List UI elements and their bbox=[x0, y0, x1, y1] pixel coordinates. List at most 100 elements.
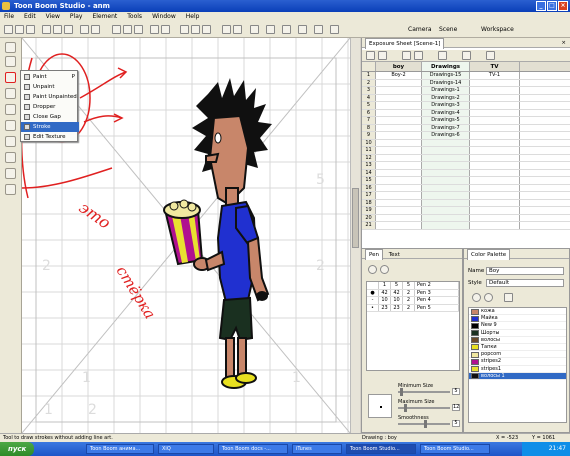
cell-boy[interactable] bbox=[376, 222, 422, 229]
sheet-row[interactable]: 12 bbox=[362, 154, 570, 162]
paint-tool-icon[interactable] bbox=[5, 72, 16, 83]
cell-boy[interactable] bbox=[376, 109, 422, 116]
slider-knob[interactable] bbox=[404, 404, 407, 412]
cell-frame[interactable]: 16 bbox=[362, 184, 376, 191]
hand-tool-icon[interactable] bbox=[5, 184, 16, 195]
menu-item-close-gap[interactable]: Close Gap bbox=[21, 112, 79, 122]
cell-drawings[interactable] bbox=[422, 214, 470, 221]
undo-icon[interactable] bbox=[80, 25, 89, 34]
cell-frame[interactable]: 4 bbox=[362, 94, 376, 101]
cell-drawings[interactable] bbox=[422, 169, 470, 176]
smoothness-slider[interactable] bbox=[398, 420, 450, 428]
menu-item-stroke[interactable]: Stroke bbox=[21, 122, 79, 132]
add-pen-icon[interactable] bbox=[368, 265, 377, 274]
sheet-row[interactable]: 20 bbox=[362, 214, 570, 222]
sheet-row[interactable]: 21 bbox=[362, 222, 570, 230]
add-element-icon[interactable] bbox=[366, 51, 375, 60]
pen-row[interactable]: -10 10 2 Pen 4 bbox=[367, 297, 459, 305]
cell-boy[interactable] bbox=[376, 162, 422, 169]
cell-tv[interactable] bbox=[470, 117, 520, 124]
menu-file[interactable]: File bbox=[4, 12, 14, 22]
cell-tv[interactable] bbox=[470, 109, 520, 116]
cell-tv[interactable] bbox=[470, 169, 520, 176]
cell-tv[interactable] bbox=[470, 147, 520, 154]
last-frame-icon[interactable] bbox=[134, 25, 143, 34]
close-icon[interactable]: × bbox=[558, 1, 568, 11]
cell-frame[interactable]: 13 bbox=[362, 162, 376, 169]
max-size-value[interactable]: 12 bbox=[452, 404, 460, 411]
sheet-row[interactable]: 11 bbox=[362, 147, 570, 155]
sound-icon[interactable] bbox=[161, 25, 170, 34]
play-icon[interactable] bbox=[123, 25, 132, 34]
cell-drawings[interactable]: Drawings-15 bbox=[422, 72, 470, 79]
cell-boy[interactable] bbox=[376, 177, 422, 184]
cell-tv[interactable] bbox=[470, 124, 520, 131]
pen-row[interactable]: ● 42 42 2 Pen 3 bbox=[367, 289, 459, 297]
cell-boy[interactable] bbox=[376, 192, 422, 199]
sheet-row[interactable]: 18 bbox=[362, 199, 570, 207]
cell-drawings[interactable] bbox=[422, 154, 470, 161]
cell-frame[interactable]: 18 bbox=[362, 199, 376, 206]
cell-boy[interactable] bbox=[376, 132, 422, 139]
sheet-row[interactable]: 3 Drawings-1 bbox=[362, 87, 570, 95]
cell-drawings[interactable]: Drawings-2 bbox=[422, 94, 470, 101]
new-icon[interactable] bbox=[4, 25, 13, 34]
cell-boy[interactable] bbox=[376, 124, 422, 131]
cut-icon[interactable] bbox=[42, 25, 51, 34]
menu-item-unpaint[interactable]: Unpaint bbox=[21, 82, 79, 92]
menu-item-paint-unpainted[interactable]: Paint Unpainted bbox=[21, 92, 79, 102]
cell-boy[interactable] bbox=[376, 147, 422, 154]
cell-drawings[interactable]: Drawings-6 bbox=[422, 132, 470, 139]
cell-frame[interactable]: 5 bbox=[362, 102, 376, 109]
light-icon[interactable] bbox=[330, 25, 339, 34]
cell-frame[interactable]: 20 bbox=[362, 214, 376, 221]
cell-frame[interactable]: 19 bbox=[362, 207, 376, 214]
swatch-item-selected[interactable]: волосы 1 bbox=[469, 372, 566, 380]
eraser-tool-icon[interactable] bbox=[5, 88, 16, 99]
camera-view-icon[interactable] bbox=[250, 25, 259, 34]
add-camera-icon[interactable] bbox=[462, 51, 471, 60]
cell-drawings[interactable] bbox=[422, 177, 470, 184]
sheet-row[interactable]: 19 bbox=[362, 207, 570, 215]
cell-tv[interactable] bbox=[470, 154, 520, 161]
sheet-row[interactable]: 9 Drawings-6 bbox=[362, 132, 570, 140]
canvas-vertical-scrollbar[interactable] bbox=[350, 38, 360, 433]
cell-frame[interactable]: 11 bbox=[362, 147, 376, 154]
redo-icon[interactable] bbox=[91, 25, 100, 34]
cell-boy[interactable] bbox=[376, 169, 422, 176]
column-header-boy[interactable]: boy bbox=[376, 62, 422, 71]
palette-name-select[interactable]: Boy bbox=[486, 267, 564, 275]
add-color-icon[interactable] bbox=[472, 293, 481, 302]
taskbar-item[interactable]: Toon Boom Studio... bbox=[420, 444, 490, 454]
taskbar-item[interactable]: Toon Boom docs -... bbox=[218, 444, 288, 454]
tab-pen[interactable]: Pen bbox=[365, 249, 383, 260]
light-table-icon[interactable] bbox=[191, 25, 200, 34]
sheet-row[interactable]: 7 Drawings-5 bbox=[362, 117, 570, 125]
delete-element-icon[interactable] bbox=[378, 51, 387, 60]
cell-boy[interactable] bbox=[376, 79, 422, 86]
cell-tv[interactable] bbox=[470, 222, 520, 229]
pen-row[interactable]: • 23 23 2 Pen 5 bbox=[367, 304, 459, 312]
cell-boy[interactable] bbox=[376, 154, 422, 161]
panel-close-icon[interactable]: × bbox=[561, 38, 566, 48]
cell-frame[interactable]: 10 bbox=[362, 139, 376, 146]
cell-tv[interactable] bbox=[470, 139, 520, 146]
taskbar-item[interactable]: iTunes bbox=[292, 444, 342, 454]
cell-tv[interactable] bbox=[470, 102, 520, 109]
onion-skin-icon[interactable] bbox=[180, 25, 189, 34]
cell-boy[interactable] bbox=[376, 214, 422, 221]
cell-tv[interactable] bbox=[470, 184, 520, 191]
sheet-row[interactable]: 10 bbox=[362, 139, 570, 147]
max-size-slider[interactable] bbox=[398, 404, 450, 412]
cell-boy[interactable] bbox=[376, 102, 422, 109]
loop-icon[interactable] bbox=[150, 25, 159, 34]
ellipse-tool-icon[interactable] bbox=[5, 136, 16, 147]
cell-tv[interactable] bbox=[470, 192, 520, 199]
pen-row[interactable]: 1 5 5 Pen 2 bbox=[367, 282, 459, 290]
cell-drawings[interactable]: Drawings-4 bbox=[422, 109, 470, 116]
copy-icon[interactable] bbox=[53, 25, 62, 34]
swatch-item[interactable]: Шорты bbox=[469, 330, 566, 337]
cell-drawings[interactable] bbox=[422, 147, 470, 154]
cell-tv[interactable] bbox=[470, 207, 520, 214]
swatch-item[interactable]: popcorn bbox=[469, 351, 566, 359]
